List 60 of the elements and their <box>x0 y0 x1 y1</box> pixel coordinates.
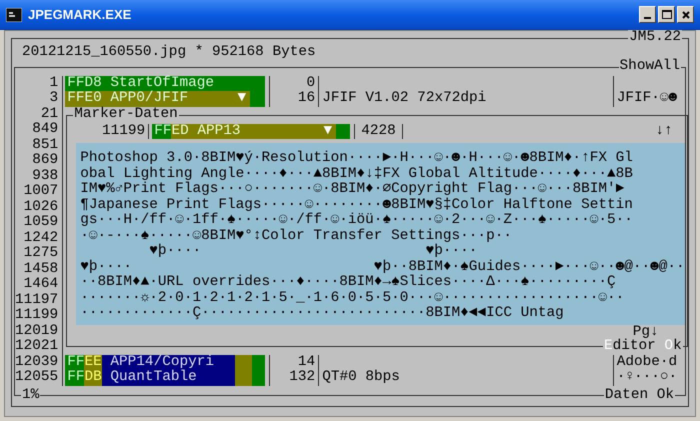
offset-number: 1026 <box>24 200 58 215</box>
preview-text: JFIF·☺☻ <box>616 91 678 106</box>
maximize-button[interactable] <box>658 6 675 23</box>
segment-size: 16 <box>298 91 316 106</box>
marker-item[interactable]: FFDB QuantTable <box>65 370 266 386</box>
hex-dump-line: ·······☼·2·0·1·2·1·2·1·5·_·1·6·0·5·5·0···☺··················☺·· <box>80 290 624 306</box>
minimize-button[interactable] <box>639 6 656 23</box>
offset-number: 849 <box>32 122 58 138</box>
close-button[interactable] <box>677 6 694 23</box>
segment-size: 132 <box>289 370 316 386</box>
offset-number: 21 <box>40 106 58 122</box>
offset-number: 1464 <box>24 277 58 292</box>
segment-offset: 11199 <box>67 124 150 139</box>
offset-number: 11199 <box>15 308 58 324</box>
offset-number: 12039 <box>15 354 58 370</box>
marker-item[interactable]: FFED APP13 ▼ <box>152 124 350 139</box>
offset-number: 3 <box>50 91 58 106</box>
marker-item[interactable]: FFE0 APP0/JFIF ▼ <box>65 91 266 106</box>
offset-number: 12021 <box>15 339 58 354</box>
hex-dump-line: ·············Ç··························8BIM♦◄◄ICC Untag <box>80 306 564 322</box>
offset-number: 12019 <box>15 324 58 339</box>
segment-size: 14 <box>298 354 316 370</box>
hex-dump-line: obal Lighting Angle····♦···▲8BIM♦↓‡FX Global Altitude····♦···▲8B <box>80 166 633 182</box>
offset-number: 1458 <box>24 262 58 277</box>
segment-info: JFIF V1.02 72x72dpi <box>322 91 486 106</box>
offset-number: 11197 <box>15 292 58 308</box>
editor-ok-button[interactable]: Editor Ok <box>602 339 683 354</box>
hex-dump-line: ¶Japanese Print Flags·····☺········☻8BIM♥§‡Color Halftone Settin <box>80 198 633 212</box>
preview-text: ·♀···○· <box>616 370 678 386</box>
minimize-icon <box>644 17 651 19</box>
offset-number: 1 <box>50 76 58 91</box>
file-info: 20121215_160550.jpg * 952168 Bytes <box>21 45 316 60</box>
sort-button[interactable]: ↓↑ <box>655 124 673 139</box>
offset-number: 1007 <box>24 184 58 200</box>
offset-number: 1275 <box>24 246 58 262</box>
window-title: JPEGMARK.EXE <box>28 6 132 24</box>
hex-dump-line: ·☺·-···♠·····☺8BIM♥°↕Color Transfer Settings···p·· <box>80 228 512 244</box>
segment-size: 0 <box>306 76 316 91</box>
offset-number: 1242 <box>24 230 58 246</box>
offset-number: 851 <box>32 138 58 153</box>
marker-item[interactable]: FFEE APP14/Copyri <box>65 354 266 370</box>
hex-dump-line: ··8BIM♦▲·URL overrides···♦····8BIM♦→♠Slices····Δ···♠·········Ç <box>80 275 616 290</box>
segment-info: QT#0 8bps <box>322 370 400 386</box>
caret-icon: ▼ <box>324 124 332 139</box>
caret-icon: ▼ <box>238 91 246 106</box>
hex-dump-line: ♥þ···· ♥þ···· <box>148 244 478 260</box>
offset-number: 12055 <box>15 370 58 386</box>
hex-dump-line: ♥þ···· ♥þ··8BIM♦·♠Guides····►···☺··☻@··☻@·· <box>80 260 685 274</box>
hex-dump-line: gs···H·/ff·☺·1ff·♠·····☺·/ff·☺·iöü·♠·····☺·2···☺·Z···♠·····☺·5·· <box>80 213 633 228</box>
offset-number: 869 <box>32 153 58 168</box>
offset-number: 1059 <box>24 215 58 230</box>
hex-dump-line: Photoshop 3.0·8BIM♥ý·Resolution····►·H···☺·☻·H···☺·☻8BIM♦·↑FX Gl <box>80 151 633 166</box>
preview-text: Adobe·d <box>616 354 678 370</box>
offset-number: 938 <box>32 168 58 184</box>
close-icon <box>682 10 690 18</box>
console-icon <box>6 8 22 22</box>
hex-dump-line: IM♥%♂Print Flags···○·······☺·8BIM♦·∅Copyright Flag···☺···8BIM'► <box>80 182 624 198</box>
segment-size: 4228 <box>354 124 403 139</box>
maximize-icon <box>662 10 672 19</box>
page-down-button[interactable]: Pg↓ <box>632 325 659 340</box>
